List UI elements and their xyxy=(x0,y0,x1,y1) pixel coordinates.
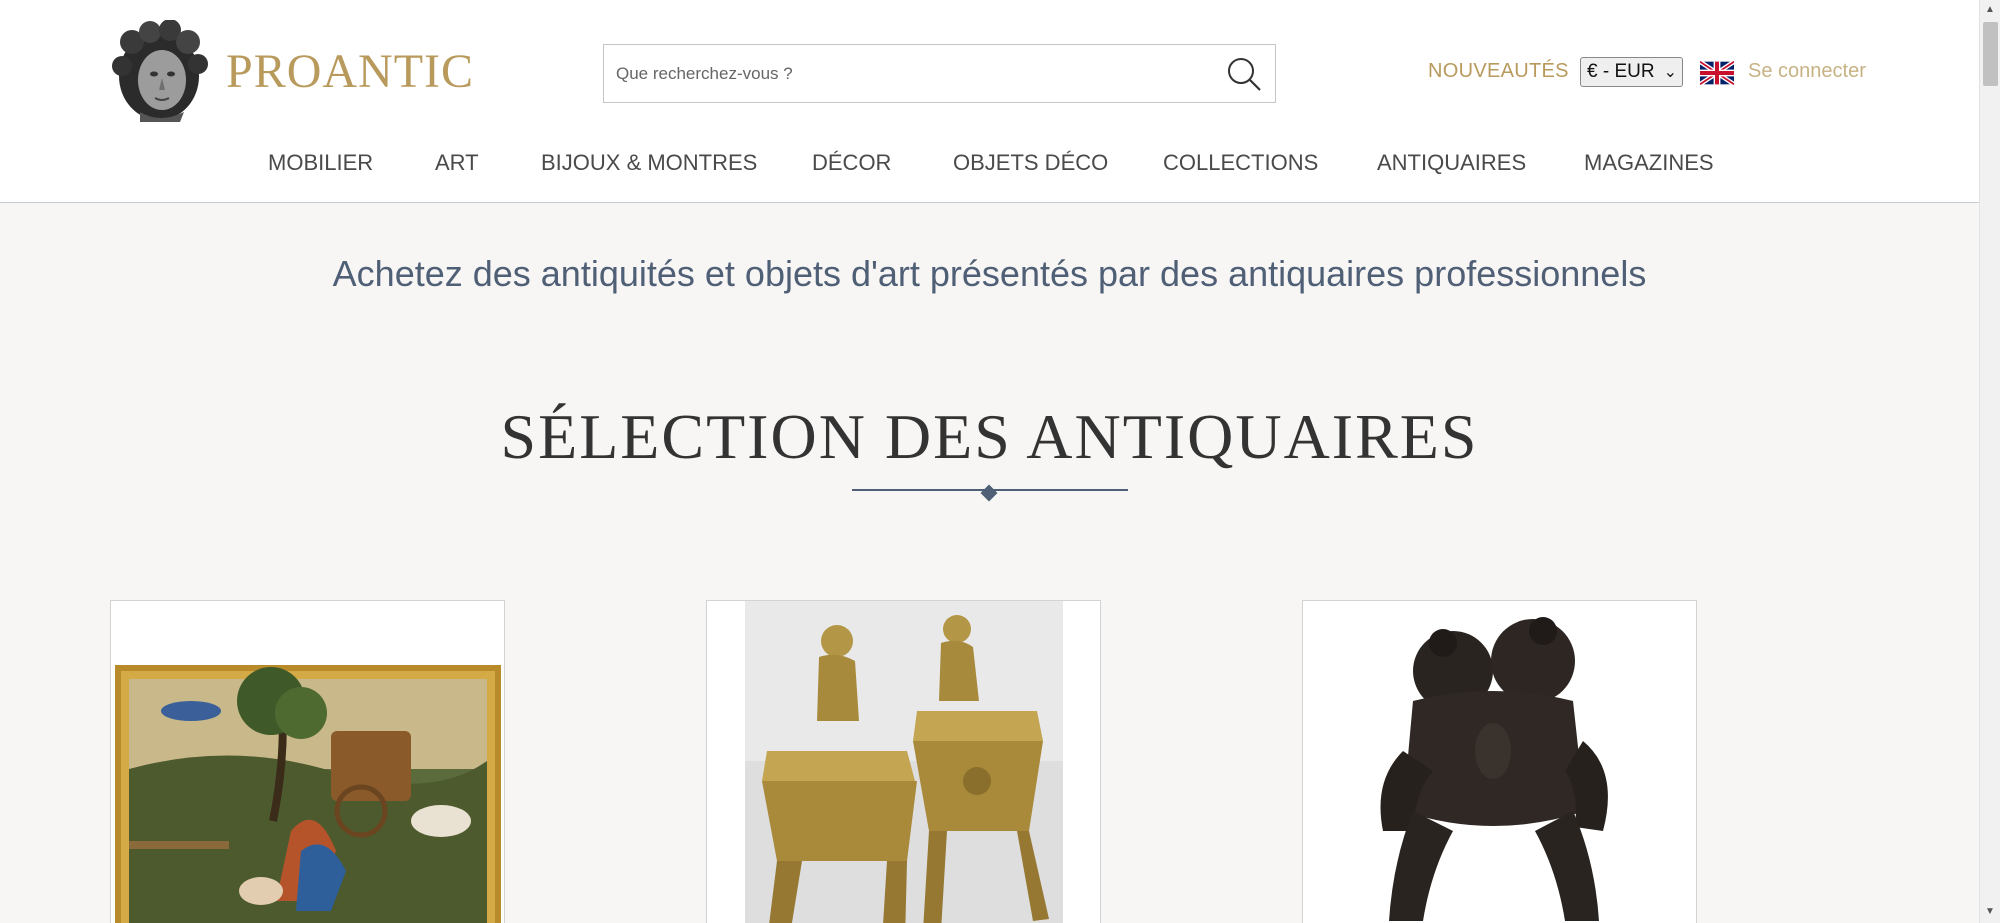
nav-item-mobilier[interactable]: MOBILIER xyxy=(268,150,373,176)
nav-item-collections[interactable]: COLLECTIONS xyxy=(1163,150,1318,176)
bronze-chenets-image xyxy=(707,601,1100,923)
bust-logo-icon xyxy=(112,20,208,122)
scrollbar-thumb[interactable] xyxy=(1983,22,1998,86)
brand-name: PROANTIC xyxy=(226,44,475,98)
diamond-ornament-icon xyxy=(980,484,998,502)
scroll-up-arrow-icon[interactable]: ▲ xyxy=(1985,4,1995,15)
login-link[interactable]: Se connecter xyxy=(1748,60,1866,83)
page-tagline: Achetez des antiquités et objets d'art p… xyxy=(332,253,1647,294)
currency-select[interactable]: € - EUR ⌄ xyxy=(1580,57,1683,87)
scroll-down-arrow-icon[interactable]: ▼ xyxy=(1985,906,1995,917)
uk-flag-icon[interactable] xyxy=(1700,61,1734,85)
nav-item-bijoux-montres[interactable]: BIJOUX & MONTRES xyxy=(541,150,757,176)
section-title: SÉLECTION DES ANTIQUAIRES xyxy=(500,401,1479,472)
nav-item-art[interactable]: ART xyxy=(435,150,479,176)
painting-image xyxy=(115,665,501,923)
nav-item-decor[interactable]: DÉCOR xyxy=(812,150,891,176)
nav-item-magazines[interactable]: MAGAZINES xyxy=(1584,150,1714,176)
product-card-bronze-putti[interactable] xyxy=(1302,600,1697,923)
currency-value: € - EUR xyxy=(1587,61,1655,82)
main-nav: MOBILIER ART BIJOUX & MONTRES DÉCOR OBJE… xyxy=(0,150,1979,180)
product-card-painting[interactable] xyxy=(110,600,505,923)
logo[interactable]: PROANTIC xyxy=(110,20,474,122)
search-input[interactable] xyxy=(616,45,1196,102)
search-box xyxy=(603,44,1276,103)
new-arrivals-link[interactable]: NOUVEAUTÉS xyxy=(1428,60,1569,83)
bronze-putti-image xyxy=(1303,601,1696,923)
site-header: PROANTIC NOUVEAUTÉS € - EUR ⌄ Se connect… xyxy=(0,0,1979,203)
nav-item-antiquaires[interactable]: ANTIQUAIRES xyxy=(1377,150,1526,176)
page-scrollbar[interactable]: ▲ ▼ xyxy=(1979,0,2000,923)
chevron-down-icon: ⌄ xyxy=(1663,64,1677,81)
search-icon[interactable] xyxy=(1225,55,1263,93)
product-card-bronze-chenets[interactable] xyxy=(706,600,1101,923)
nav-item-objets-deco[interactable]: OBJETS DÉCO xyxy=(953,150,1108,176)
